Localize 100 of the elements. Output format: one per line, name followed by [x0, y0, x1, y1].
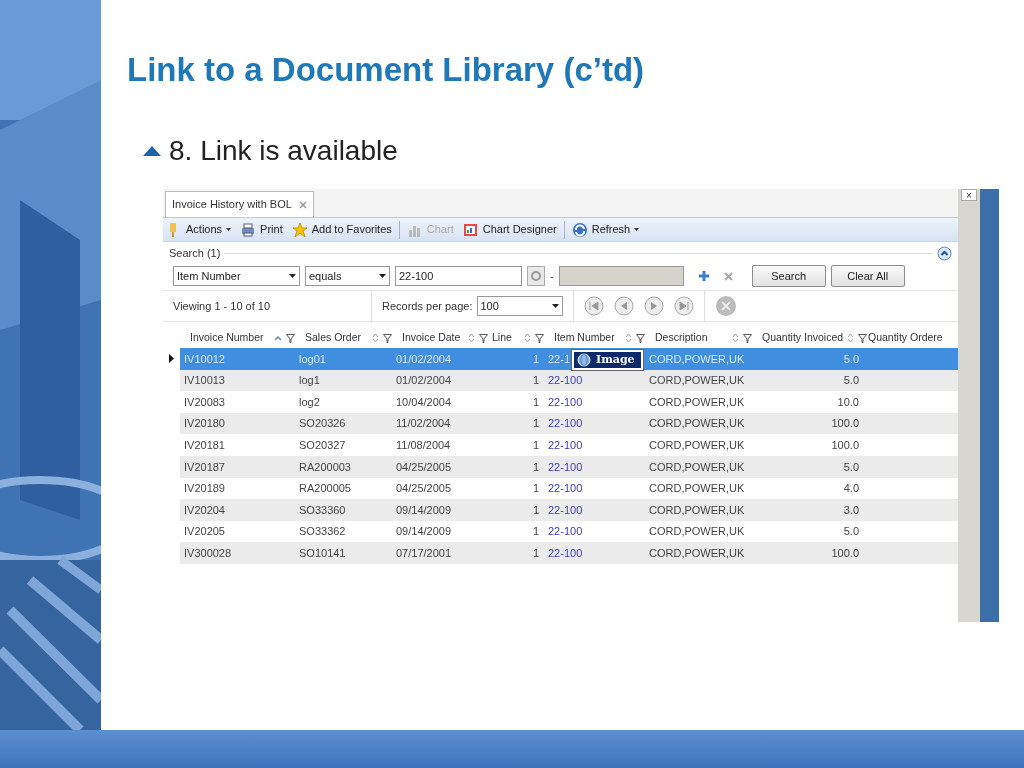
- table-cell-text: 07/17/2001: [396, 545, 452, 561]
- close-button[interactable]: ×: [961, 189, 977, 201]
- toolbar-button[interactable]: Add to Favorites: [289, 221, 394, 238]
- filter-icon: [479, 333, 488, 343]
- table-cell-text: IV10013: [184, 373, 225, 389]
- next-page-button[interactable]: [643, 296, 664, 316]
- last-page-button[interactable]: [673, 296, 694, 316]
- table-cell-text: 1: [532, 351, 539, 367]
- table-cell-text: CORD,POWER,UK: [649, 502, 745, 518]
- table-cell-text: CORD,POWER,UK: [649, 351, 745, 367]
- bullet-text: 8. Link is available: [169, 134, 398, 168]
- plus-icon: [698, 271, 709, 281]
- row-pointer-icon: [169, 354, 174, 364]
- menu-button[interactable]: Refresh: [569, 221, 642, 238]
- tab[interactable]: Invoice History with BOL: [165, 191, 314, 217]
- remove-button[interactable]: [723, 271, 733, 281]
- toolbar-button[interactable]: Print: [238, 221, 285, 238]
- dash-text: -: [550, 268, 554, 284]
- chart-icon: [462, 221, 479, 238]
- table-cell-text: SO20326: [299, 416, 346, 432]
- table-cell-text: SO20327: [299, 437, 346, 453]
- item-link[interactable]: 22-100: [548, 415, 583, 432]
- menu-button[interactable]: Actions: [184, 221, 234, 238]
- column-header[interactable]: Quantity Ordere: [864, 330, 958, 346]
- table-cell-text: CORD,POWER,UK: [649, 459, 745, 475]
- operator-dropdown[interactable]: equals: [305, 266, 390, 286]
- clear-button[interactable]: Clear All: [830, 265, 905, 287]
- collapse-button[interactable]: [937, 245, 952, 261]
- table-cell-text: 1: [532, 481, 539, 497]
- table-row[interactable]: IV10013 log1 01/02/2004 1 22-100 CORD,POWER,UK 5.0: [163, 369, 958, 392]
- per-page-dropdown[interactable]: 100: [476, 296, 563, 316]
- column-header[interactable]: Invoice Date: [392, 330, 488, 346]
- item-link[interactable]: 22-100: [548, 393, 583, 411]
- table-cell-text: 04/25/2005: [396, 481, 452, 497]
- add-button[interactable]: [698, 271, 709, 281]
- table-cell-text: 01/02/2004: [396, 373, 452, 389]
- filter-icon: [286, 333, 295, 343]
- pin-icon: [167, 221, 179, 238]
- column-header[interactable]: Quantity Invoiced: [752, 330, 864, 346]
- table-cell-text: 1: [532, 524, 539, 540]
- cancel-button[interactable]: [714, 295, 737, 317]
- table-cell-text: RA200005: [299, 481, 351, 497]
- table-cell-text: 100.0: [831, 545, 859, 561]
- filter-icon: [636, 333, 645, 343]
- table-cell-text: IV10012: [184, 351, 225, 367]
- table-cell-text: 04/25/2005: [396, 459, 452, 475]
- refresh-icon: [571, 221, 588, 238]
- table-row[interactable]: IV20181 SO20327 11/08/2004 1 22-100 CORD,POWER,UK 100.0: [163, 434, 958, 456]
- column-header[interactable]: Item Number: [544, 330, 645, 346]
- table-cell-text: 10/04/2004: [396, 394, 452, 410]
- search-button[interactable]: Search: [751, 265, 826, 287]
- filter-icon: [743, 333, 752, 343]
- table-cell-text: IV20204: [184, 502, 225, 518]
- table-cell-text: SO33360: [299, 502, 346, 518]
- star-icon: [291, 221, 308, 238]
- column-header[interactable]: Description: [645, 330, 752, 346]
- column-header[interactable]: Line: [488, 330, 544, 346]
- table-cell-text: 5.0: [843, 351, 859, 367]
- item-link[interactable]: 22-100: [548, 372, 583, 389]
- table-cell-text: CORD,POWER,UK: [649, 373, 745, 389]
- table-cell-text: log1: [299, 373, 320, 389]
- table-cell-text: 1: [532, 545, 539, 561]
- close-icon[interactable]: [298, 200, 307, 209]
- column-header[interactable]: Invoice Number: [180, 330, 295, 346]
- item-link[interactable]: 22-100: [548, 501, 583, 519]
- caret-icon: [634, 228, 640, 231]
- table-row[interactable]: IV20180 SO20326 11/02/2004 1 22-100 CORD,POWER,UK 100.0: [163, 412, 958, 435]
- column-header[interactable]: Sales Order: [295, 330, 392, 346]
- table-row[interactable]: IV300028 SO10141 07/17/2001 1 22-100 CORD,POWER,UK 100.0: [163, 542, 958, 564]
- previous-page-button[interactable]: [613, 296, 634, 316]
- table-row[interactable]: IV20204 SO33360 09/14/2009 1 22-100 CORD,POWER,UK 3.0: [163, 499, 958, 521]
- table-cell-text: 100.0: [831, 416, 859, 432]
- tooltip: Image: [572, 350, 643, 370]
- item-link[interactable]: 22-100: [548, 544, 583, 562]
- table-cell-text: SO33362: [299, 524, 346, 540]
- value-field[interactable]: 22-100: [395, 266, 522, 286]
- table-row[interactable]: IV20205 SO33362 09/14/2009 1 22-100 CORD,POWER,UK 5.0: [163, 520, 958, 543]
- table-cell-text: CORD,POWER,UK: [649, 481, 745, 497]
- table-row[interactable]: IV20083 log2 10/04/2004 1 22-100 CORD,POWER,UK 10.0: [163, 391, 958, 413]
- item-link[interactable]: 22-100: [548, 480, 583, 497]
- table-cell-text: IV20189: [184, 481, 225, 497]
- table-cell-text: 5.0: [843, 459, 859, 475]
- item-link[interactable]: 22-100: [548, 436, 583, 454]
- item-link[interactable]: 22-100: [548, 458, 583, 475]
- table-cell-text: CORD,POWER,UK: [649, 545, 745, 561]
- table-cell-text: SO10141: [299, 545, 346, 561]
- table-cell-text: 09/14/2009: [396, 502, 452, 518]
- toolbar-button[interactable]: Chart Designer: [460, 221, 559, 238]
- second-value-field[interactable]: [558, 266, 684, 286]
- item-link[interactable]: 22-100: [548, 523, 583, 540]
- table-row[interactable]: IV20187 RA200003 04/25/2005 1 22-100 CORD,POWER,UK 5.0: [163, 455, 958, 478]
- dropdown-arrow-icon: [289, 274, 296, 278]
- table-cell-text: CORD,POWER,UK: [649, 437, 745, 453]
- first-page-button[interactable]: [583, 296, 604, 316]
- field-dropdown[interactable]: Item Number: [173, 266, 300, 286]
- table-row[interactable]: IV20189 RA200005 04/25/2005 1 22-100 CORD,POWER,UK 4.0: [163, 477, 958, 500]
- table-cell-text: 4.0: [843, 481, 859, 497]
- lookup-button[interactable]: [527, 266, 545, 286]
- table-cell-text: IV20205: [184, 524, 225, 540]
- table-cell-text: 1: [532, 502, 539, 518]
